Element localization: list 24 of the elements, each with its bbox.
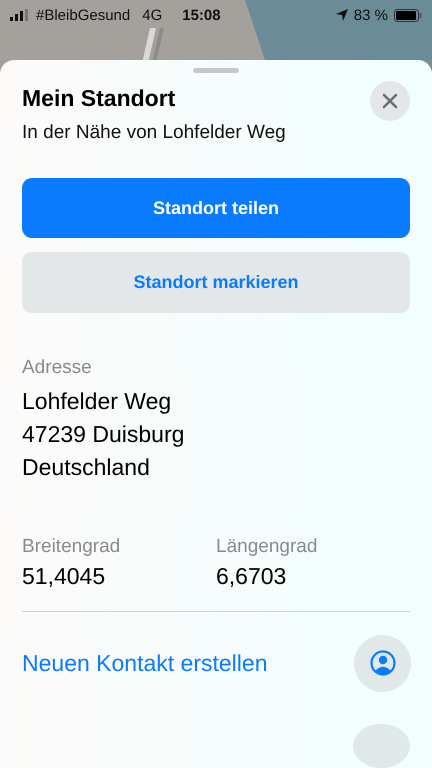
sheet-title: Mein Standort (22, 84, 176, 112)
address-line: 47239 Duisburg (22, 420, 186, 450)
address-line: Deutschland (22, 453, 151, 482)
signal-icon (10, 9, 30, 21)
close-button[interactable] (370, 80, 410, 121)
coordinate-label: Breitengrad (22, 536, 122, 558)
create-contact-link[interactable]: Neuen Kontakt erstellen (22, 650, 268, 677)
coordinate-value: 6,6703 (216, 562, 288, 592)
mark-button[interactable]: Standort markieren (22, 252, 410, 314)
coordinate-value: 51,4045 (22, 562, 106, 592)
sheet-subtitle: In der Nähe von Lohfelder Weg (22, 122, 286, 144)
share-button[interactable]: Standort teilen (22, 178, 410, 238)
address-label: Adresse (22, 357, 93, 380)
coordinate-label: Längengrad (216, 536, 318, 558)
battery-percent: 83 % (354, 6, 388, 24)
drag-handle[interactable] (193, 68, 239, 73)
network-type: 4G (142, 6, 162, 24)
carrier-name: #BleibGesund (36, 6, 130, 24)
close-icon (382, 92, 398, 109)
person-circle-icon (370, 650, 396, 676)
address-line: Lohfelder Weg (22, 387, 172, 416)
battery-icon (394, 8, 422, 22)
clock-time: 15:08 (182, 6, 221, 24)
location-arrow-icon (336, 9, 348, 21)
